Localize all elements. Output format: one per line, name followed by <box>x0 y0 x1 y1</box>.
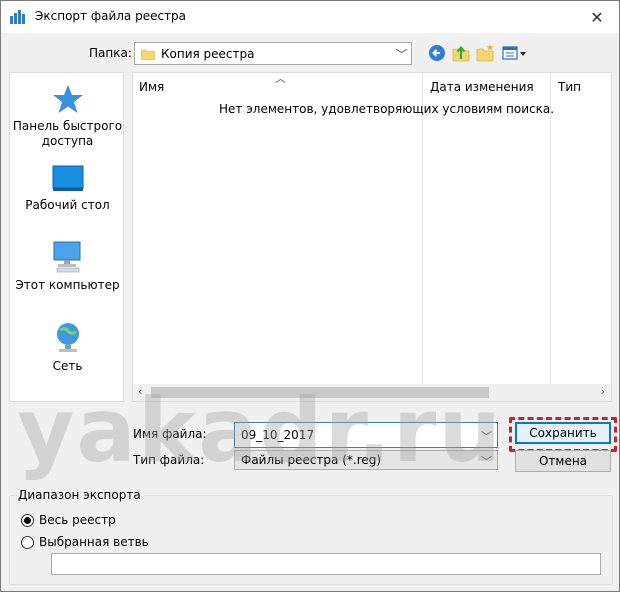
sort-up-icon: ︿ <box>275 72 286 85</box>
cancel-button[interactable]: Отмена <box>515 450 611 472</box>
export-range-label: Диапазон экспорта <box>15 488 144 502</box>
current-folder-text: Копия реестра <box>161 46 255 61</box>
branch-path-input[interactable] <box>51 553 601 575</box>
empty-list-message: Нет элементов, удовлетворяющих условиям … <box>219 102 555 116</box>
column-separator[interactable] <box>550 73 551 393</box>
views-menu-icon[interactable] <box>501 43 529 63</box>
network-icon <box>56 323 79 352</box>
new-folder-icon[interactable] <box>475 43 495 63</box>
radio-selected-branch[interactable]: Выбранная ветвь <box>21 535 149 549</box>
export-registry-dialog: Экспорт файла реестра ✕ Папка: Копия рее… <box>0 0 620 592</box>
filename-value: 09_10_2017 <box>241 428 315 442</box>
radio-selected[interactable] <box>21 513 34 527</box>
filetype-value: Файлы реестра (*.reg) <box>241 453 382 467</box>
window-title: Экспорт файла реестра <box>35 9 187 23</box>
place-label: Сеть <box>52 359 83 373</box>
chevron-down-icon: ﹀ <box>396 48 407 61</box>
column-header-type[interactable]: Тип <box>558 80 581 94</box>
chevron-down-icon[interactable]: ﹀ <box>481 428 492 444</box>
folder-path-combo[interactable]: Копия реестра ﹀ <box>134 42 412 65</box>
place-label: Этот компьютер <box>15 278 120 292</box>
chevron-down-icon[interactable]: ﹀ <box>481 453 492 469</box>
column-header-name[interactable]: Имя <box>139 80 164 94</box>
filename-input[interactable]: 09_10_2017 ﹀ <box>234 422 498 448</box>
place-label: Рабочий стол <box>25 198 110 212</box>
folder-icon <box>141 49 155 60</box>
filetype-select[interactable]: Файлы реестра (*.reg) ﹀ <box>234 450 498 470</box>
computer-icon <box>53 241 80 273</box>
place-this-pc[interactable]: Этот компьютер <box>10 240 125 293</box>
filetype-label: Тип файла: <box>133 453 205 467</box>
places-bar: Панель быстрого доступа Рабочий стол Это… <box>9 72 124 402</box>
scroll-left-icon[interactable]: ‹ <box>138 385 142 398</box>
horizontal-scrollbar[interactable]: ‹ › <box>133 384 611 401</box>
place-desktop[interactable]: Рабочий стол <box>10 164 125 213</box>
folder-label: Папка: <box>89 46 132 60</box>
radio-label: Весь реестр <box>39 513 116 527</box>
radio-all-registry[interactable]: Весь реестр <box>21 513 116 527</box>
regedit-app-icon <box>10 10 25 24</box>
up-folder-icon[interactable] <box>451 43 471 63</box>
star-icon <box>52 85 83 113</box>
place-label: Панель быстрого доступа <box>12 119 123 148</box>
file-list[interactable]: ︿ Имя Дата изменения Тип Нет элементов, … <box>132 72 612 402</box>
column-separator[interactable] <box>422 73 423 393</box>
close-button[interactable]: ✕ <box>575 1 619 33</box>
filename-label: Имя файла: <box>133 427 207 441</box>
radio-label: Выбранная ветвь <box>39 535 149 549</box>
save-button[interactable]: Сохранить <box>515 422 611 444</box>
scroll-right-icon[interactable]: › <box>601 385 605 398</box>
place-network[interactable]: Сеть <box>10 321 125 374</box>
column-header-date[interactable]: Дата изменения <box>430 80 534 94</box>
scrollbar-thumb[interactable] <box>151 387 489 398</box>
place-quick-access[interactable]: Панель быстрого доступа <box>10 83 125 149</box>
close-icon: ✕ <box>590 7 604 27</box>
title-bar[interactable]: Экспорт файла реестра ✕ <box>1 1 619 33</box>
back-arrow-icon[interactable] <box>427 43 447 63</box>
desktop-icon <box>52 165 83 191</box>
radio-unselected[interactable] <box>21 535 34 549</box>
